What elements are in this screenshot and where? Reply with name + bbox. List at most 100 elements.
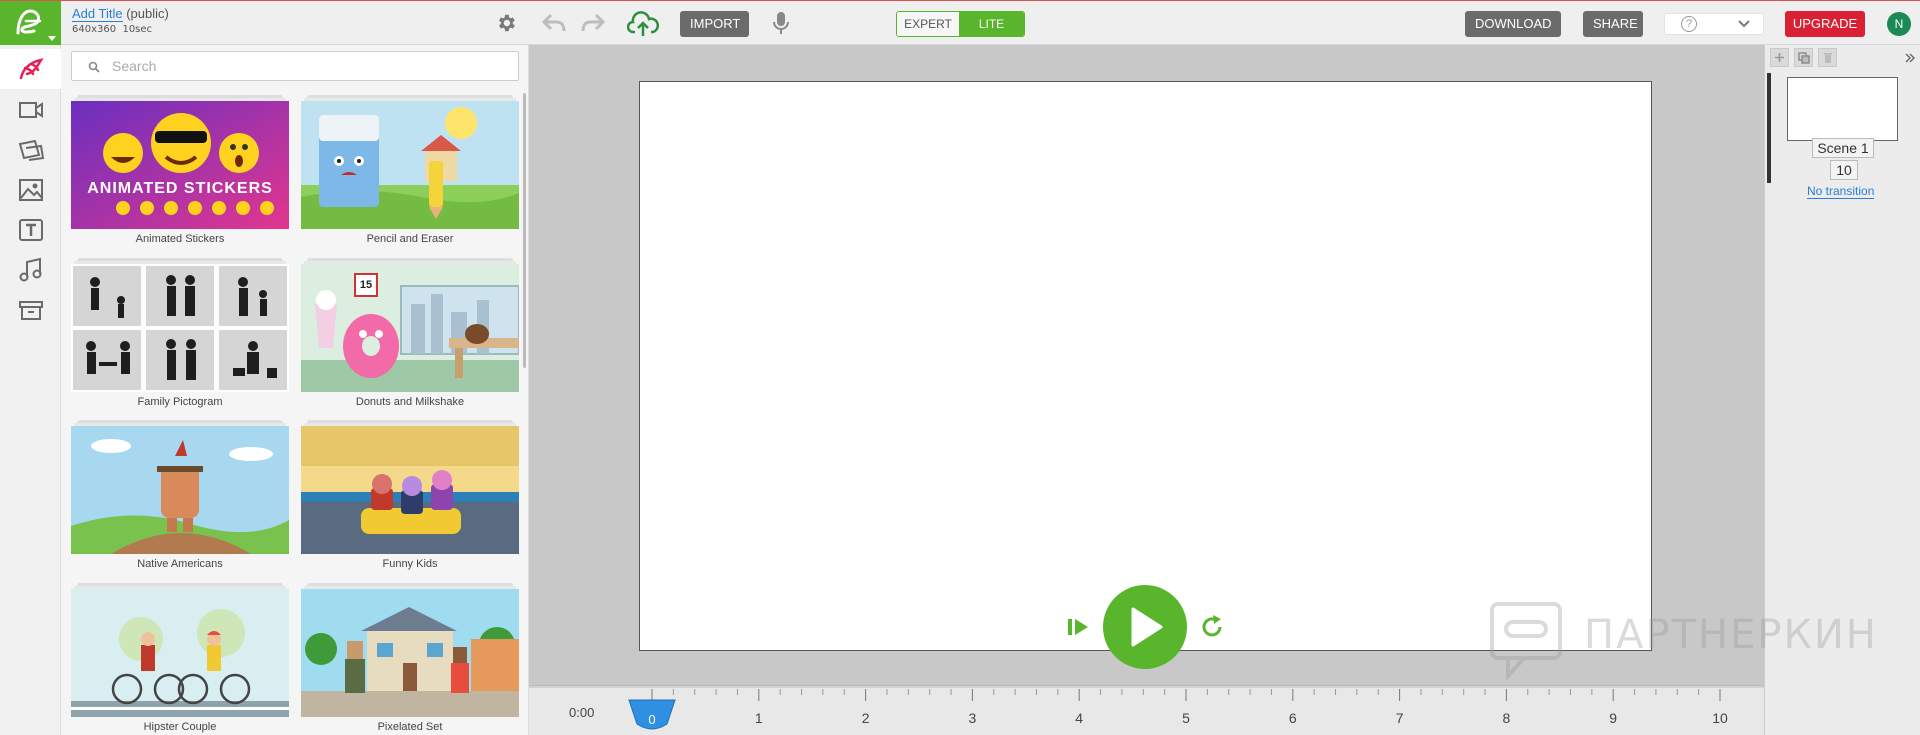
card-caption: Native Americans <box>137 558 223 570</box>
ruler-tick-label: 5 <box>1182 710 1190 726</box>
help-icon: ? <box>1681 16 1697 32</box>
delete-scene-button[interactable] <box>1818 48 1837 67</box>
project-duration: 10sec <box>122 24 153 35</box>
template-card-funny-kids[interactable]: Funny Kids <box>301 420 519 570</box>
animaker-editor: Add Title (public) 640x360 10sec IMPORT … <box>0 0 1920 735</box>
scene-canvas[interactable] <box>639 81 1652 651</box>
rail-item-archive[interactable] <box>0 290 61 330</box>
project-resolution: 640x360 <box>72 24 117 35</box>
card-banner: ANIMATED STICKERS <box>87 180 273 197</box>
card-thumbnail: ANIMATED STICKERS <box>71 101 289 229</box>
project-meta: 640x360 10sec <box>72 24 169 35</box>
rail-item-music[interactable] <box>0 250 61 290</box>
time-readout: 0:00 <box>569 705 595 720</box>
rail-item-text[interactable] <box>0 210 61 250</box>
asset-library-panel: ANIMATED STICKERS Animated Stickers Penc… <box>61 45 529 735</box>
timeline[interactable]: 0:00 1 2 3 4 5 6 7 8 9 10 0 <box>529 685 1764 735</box>
character-icon <box>19 58 44 80</box>
animaker-logo-icon <box>16 9 42 35</box>
mode-toggle: EXPERT LITE <box>896 11 1025 37</box>
card-thumbnail <box>301 589 519 717</box>
card-caption: Funny Kids <box>382 558 438 570</box>
add-title-link[interactable]: Add Title <box>72 6 123 22</box>
ruler-tick-label: 3 <box>968 710 977 726</box>
rail-item-video[interactable] <box>0 90 61 130</box>
scene-thumbnail[interactable] <box>1787 77 1898 141</box>
template-card-pencil-and-eraser[interactable]: Pencil and Eraser <box>301 95 519 245</box>
rail-item-scenes[interactable] <box>0 130 61 170</box>
asset-scrollbar[interactable] <box>523 93 526 368</box>
avatar[interactable]: N <box>1887 12 1911 36</box>
card-thumbnail: 15 <box>301 264 519 392</box>
template-card-pixelated-set[interactable]: Pixelated Set <box>301 583 519 733</box>
upgrade-button[interactable]: UPGRADE <box>1785 11 1865 37</box>
card-thumbnail <box>71 264 289 392</box>
ruler-tick-label: 9 <box>1609 710 1618 726</box>
watermark-logo-icon <box>1490 602 1562 682</box>
card-thumbnail <box>71 426 289 554</box>
search-input[interactable] <box>112 52 512 80</box>
replay-button[interactable] <box>1190 605 1234 649</box>
template-card-animated-stickers[interactable]: ANIMATED STICKERS Animated Stickers <box>71 95 289 245</box>
ruler-tick-label: 10 <box>1712 710 1728 726</box>
card-caption: Pencil and Eraser <box>366 233 454 245</box>
scene-tools <box>1770 48 1837 67</box>
music-icon <box>19 257 41 282</box>
cloud-upload-icon[interactable] <box>626 10 660 43</box>
add-scene-button[interactable] <box>1770 48 1789 67</box>
share-button[interactable]: SHARE <box>1583 11 1643 37</box>
card-caption: Hipster Couple <box>143 721 217 733</box>
copy-icon <box>1797 51 1810 64</box>
plus-icon <box>1775 53 1784 62</box>
play-button[interactable] <box>1103 585 1187 669</box>
ruler-tick-label: 4 <box>1075 710 1084 726</box>
template-card-native-americans[interactable]: Native Americans <box>71 420 289 570</box>
mode-expert-button[interactable]: EXPERT <box>897 12 959 36</box>
scene-duration-field[interactable]: 10 <box>1830 160 1858 180</box>
calendar-day: 15 <box>359 279 373 291</box>
watermark: ПАРТНЕРКИН <box>1488 600 1888 682</box>
playhead-handle[interactable]: 0 <box>627 698 677 732</box>
timeline-ruler <box>529 686 1764 701</box>
scene-name-field[interactable]: Scene 1 <box>1812 138 1874 158</box>
ruler-tick-label: 1 <box>754 710 763 726</box>
gear-icon[interactable] <box>495 12 517 39</box>
project-visibility: (public) <box>126 6 169 21</box>
redo-icon[interactable] <box>580 12 606 39</box>
rail-item-images[interactable] <box>0 170 61 210</box>
ruler-tick-label: 8 <box>1502 710 1511 726</box>
template-card-hipster-couple[interactable]: Hipster Couple <box>71 583 289 733</box>
step-play-button[interactable] <box>1056 605 1100 649</box>
import-button[interactable]: IMPORT <box>680 11 749 37</box>
template-card-donuts-and-milkshake[interactable]: 15 Donuts and Milkshake <box>301 258 519 408</box>
playhead-label: 0 <box>648 712 656 727</box>
card-thumbnail <box>71 589 289 717</box>
top-toolbar: Add Title (public) 640x360 10sec IMPORT … <box>0 0 1920 45</box>
rail-item-characters[interactable] <box>0 49 61 89</box>
card-thumbnail <box>301 426 519 554</box>
transition-link[interactable]: No transition <box>1807 184 1875 199</box>
archive-icon <box>18 301 43 320</box>
template-card-family-pictogram[interactable]: Family Pictogram <box>71 258 289 408</box>
playback-controls <box>1056 585 1236 670</box>
project-title-block: Add Title (public) 640x360 10sec <box>72 6 169 35</box>
image-icon <box>18 179 43 201</box>
scene-icon <box>18 139 44 161</box>
app-logo-menu[interactable] <box>0 1 61 45</box>
help-dropdown[interactable]: ? <box>1664 13 1764 35</box>
download-button[interactable]: DOWNLOAD <box>1465 11 1561 37</box>
duplicate-scene-button[interactable] <box>1794 48 1813 67</box>
ruler-tick-label: 2 <box>861 710 870 726</box>
collapse-panel-icon[interactable] <box>1904 51 1916 69</box>
microphone-icon[interactable] <box>772 11 790 40</box>
replay-icon <box>1202 615 1222 637</box>
card-caption: Family Pictogram <box>137 396 223 408</box>
ruler-tick-label: 7 <box>1395 710 1404 726</box>
text-icon <box>18 219 43 241</box>
step-forward-icon <box>1068 619 1088 635</box>
search-icon <box>88 61 100 73</box>
video-icon <box>18 102 43 118</box>
undo-icon[interactable] <box>541 12 567 39</box>
watermark-text: ПАРТНЕРКИН <box>1584 612 1878 658</box>
mode-lite-button[interactable]: LITE <box>959 12 1024 36</box>
